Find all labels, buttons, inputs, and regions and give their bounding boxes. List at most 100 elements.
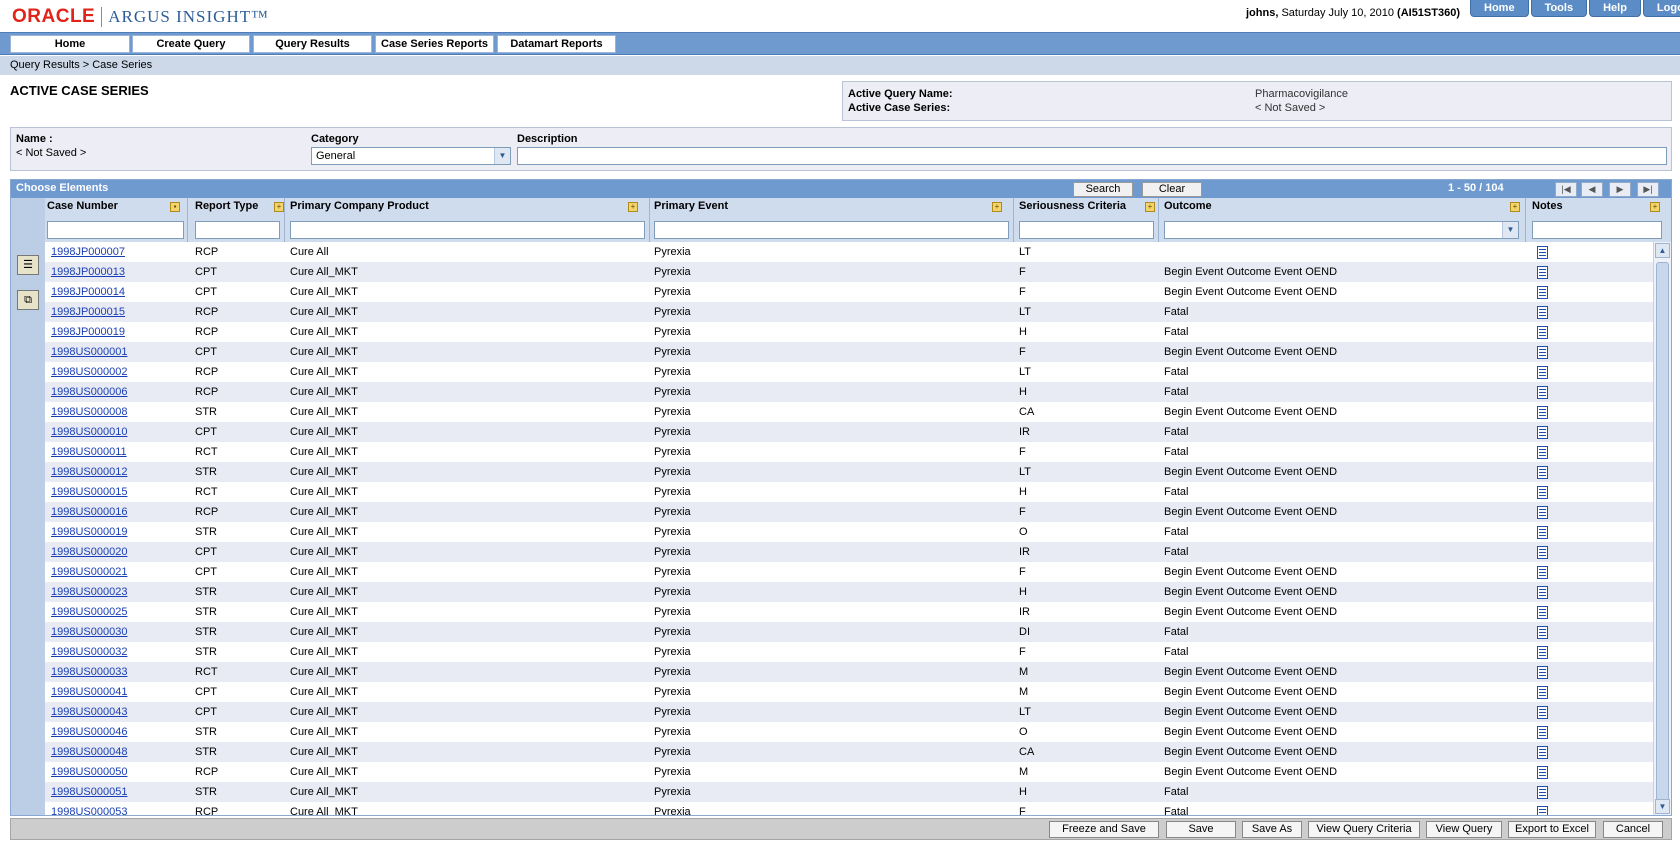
notes-icon[interactable]	[1537, 426, 1548, 439]
case-number-link[interactable]: 1998US000006	[51, 386, 127, 398]
table-row[interactable]: 1998US000023 STR Cure All_MKT Pyrexia H Begin…	[45, 582, 1653, 602]
sort-icon[interactable]: +	[992, 202, 1002, 212]
case-number-link[interactable]: 1998US000023	[51, 586, 127, 598]
table-row[interactable]: 1998JP000014 CPT Cure All_MKT Pyrexia F Begin…	[45, 282, 1653, 302]
notes-icon[interactable]	[1537, 806, 1548, 815]
cancel-button[interactable]: Cancel	[1603, 821, 1663, 838]
case-number-link[interactable]: 1998US000025	[51, 606, 127, 618]
notes-icon[interactable]	[1537, 466, 1548, 479]
table-row[interactable]: 1998US000025 STR Cure All_MKT Pyrexia IR Begi…	[45, 602, 1653, 622]
top-link-help[interactable]: Help	[1589, 0, 1641, 17]
notes-icon[interactable]	[1537, 386, 1548, 399]
scrollbar-thumb[interactable]	[1656, 262, 1669, 807]
case-number-link[interactable]: 1998US000032	[51, 646, 127, 658]
notes-icon[interactable]	[1537, 486, 1548, 499]
col-primary-company-product[interactable]: Primary Company Product	[290, 200, 429, 212]
view-query-criteria-button[interactable]: View Query Criteria	[1308, 821, 1420, 838]
notes-icon[interactable]	[1537, 686, 1548, 699]
table-row[interactable]: 1998US000015 RCT Cure All_MKT Pyrexia H Fatal	[45, 482, 1653, 502]
table-row[interactable]: 1998US000002 RCP Cure All_MKT Pyrexia LT Fata…	[45, 362, 1653, 382]
table-row[interactable]: 1998US000033 RCT Cure All_MKT Pyrexia M Begin…	[45, 662, 1653, 682]
case-number-link[interactable]: 1998JP000014	[51, 286, 125, 298]
notes-icon[interactable]	[1537, 786, 1548, 799]
notes-icon[interactable]	[1537, 266, 1548, 279]
case-number-link[interactable]: 1998US000015	[51, 486, 127, 498]
case-number-link[interactable]: 1998US000011	[51, 446, 127, 458]
notes-icon[interactable]	[1537, 246, 1548, 259]
table-row[interactable]: 1998US000001 CPT Cure All_MKT Pyrexia F Begin…	[45, 342, 1653, 362]
case-number-link[interactable]: 1998JP000015	[51, 306, 125, 318]
filter-outcome-select[interactable]: ▼	[1164, 221, 1519, 239]
table-row[interactable]: 1998US000008 STR Cure All_MKT Pyrexia CA Begi…	[45, 402, 1653, 422]
last-page-button[interactable]: ▶|	[1637, 182, 1659, 197]
notes-icon[interactable]	[1537, 346, 1548, 359]
col-outcome[interactable]: Outcome	[1164, 200, 1212, 212]
case-number-link[interactable]: 1998US000008	[51, 406, 127, 418]
table-row[interactable]: 1998US000051 STR Cure All_MKT Pyrexia H Fatal	[45, 782, 1653, 802]
filter-primary-event[interactable]	[654, 221, 1009, 239]
copy-icon[interactable]: ⧉	[17, 290, 39, 310]
sort-icon[interactable]: +	[1510, 202, 1520, 212]
case-number-link[interactable]: 1998US000010	[51, 426, 127, 438]
table-row[interactable]: 1998US000019 STR Cure All_MKT Pyrexia O Fatal	[45, 522, 1653, 542]
scroll-up-icon[interactable]: ▲	[1655, 243, 1670, 258]
table-row[interactable]: 1998US000012 STR Cure All_MKT Pyrexia LT Begi…	[45, 462, 1653, 482]
table-row[interactable]: 1998US000030 STR Cure All_MKT Pyrexia DI Fata…	[45, 622, 1653, 642]
notes-icon[interactable]	[1537, 366, 1548, 379]
view-query-button[interactable]: View Query	[1426, 821, 1502, 838]
clear-button[interactable]: Clear	[1142, 182, 1202, 197]
case-number-link[interactable]: 1998JP000019	[51, 326, 125, 338]
notes-icon[interactable]	[1537, 506, 1548, 519]
case-number-link[interactable]: 1998US000041	[51, 686, 127, 698]
table-row[interactable]: 1998US000032 STR Cure All_MKT Pyrexia F Fatal	[45, 642, 1653, 662]
notes-icon[interactable]	[1537, 526, 1548, 539]
col-seriousness-criteria[interactable]: Seriousness Criteria	[1019, 200, 1126, 212]
filter-primary-product[interactable]	[290, 221, 645, 239]
notes-icon[interactable]	[1537, 746, 1548, 759]
notes-icon[interactable]	[1537, 546, 1548, 559]
case-number-link[interactable]: 1998US000046	[51, 726, 127, 738]
case-number-link[interactable]: 1998US000002	[51, 366, 127, 378]
notes-icon[interactable]	[1537, 666, 1548, 679]
col-notes[interactable]: Notes	[1532, 200, 1563, 212]
case-number-link[interactable]: 1998US000048	[51, 746, 127, 758]
top-link-logout[interactable]: Logout	[1642, 0, 1680, 17]
filter-case-number[interactable]	[47, 221, 184, 239]
scroll-down-icon[interactable]: ▼	[1655, 799, 1670, 814]
next-page-button[interactable]: ▶	[1609, 182, 1631, 197]
freeze-and-save-button[interactable]: Freeze and Save	[1049, 821, 1159, 838]
sort-icon[interactable]: +	[274, 202, 284, 212]
save-button[interactable]: Save	[1166, 821, 1236, 838]
notes-icon[interactable]	[1537, 326, 1548, 339]
search-button[interactable]: Search	[1073, 182, 1133, 197]
table-row[interactable]: 1998US000021 CPT Cure All_MKT Pyrexia F Begin…	[45, 562, 1653, 582]
filter-seriousness[interactable]	[1019, 221, 1154, 239]
top-link-tools[interactable]: Tools	[1530, 0, 1588, 17]
table-row[interactable]: 1998US000053 RCP Cure All_MKT Pyrexia F Fatal	[45, 802, 1653, 815]
notes-icon[interactable]	[1537, 586, 1548, 599]
table-row[interactable]: 1998JP000019 RCP Cure All_MKT Pyrexia H Fatal	[45, 322, 1653, 342]
menu-datamart-reports[interactable]: Datamart Reports	[497, 35, 616, 53]
table-row[interactable]: 1998JP000015 RCP Cure All_MKT Pyrexia LT Fata…	[45, 302, 1653, 322]
menu-case-series-reports[interactable]: Case Series Reports	[375, 35, 494, 53]
case-number-link[interactable]: 1998US000053	[51, 806, 127, 815]
col-case-number[interactable]: Case Number	[47, 200, 118, 212]
sort-icon[interactable]: ▪	[170, 202, 180, 212]
first-page-button[interactable]: |◀	[1555, 182, 1577, 197]
table-row[interactable]: 1998US000006 RCP Cure All_MKT Pyrexia H Fatal	[45, 382, 1653, 402]
case-number-link[interactable]: 1998US000016	[51, 506, 127, 518]
vertical-scrollbar[interactable]: ▲ ▼	[1653, 242, 1671, 815]
menu-create-query[interactable]: Create Query	[132, 35, 250, 53]
add-to-list-icon[interactable]: ☰	[17, 255, 39, 275]
notes-icon[interactable]	[1537, 566, 1548, 579]
notes-icon[interactable]	[1537, 726, 1548, 739]
case-number-link[interactable]: 1998JP000007	[51, 246, 125, 258]
notes-icon[interactable]	[1537, 766, 1548, 779]
export-to-excel-button[interactable]: Export to Excel	[1508, 821, 1596, 838]
case-number-link[interactable]: 1998US000021	[51, 566, 127, 578]
notes-icon[interactable]	[1537, 626, 1548, 639]
case-number-link[interactable]: 1998US000050	[51, 766, 127, 778]
notes-icon[interactable]	[1537, 406, 1548, 419]
menu-home[interactable]: Home	[10, 35, 130, 53]
sort-icon[interactable]: +	[1650, 202, 1660, 212]
